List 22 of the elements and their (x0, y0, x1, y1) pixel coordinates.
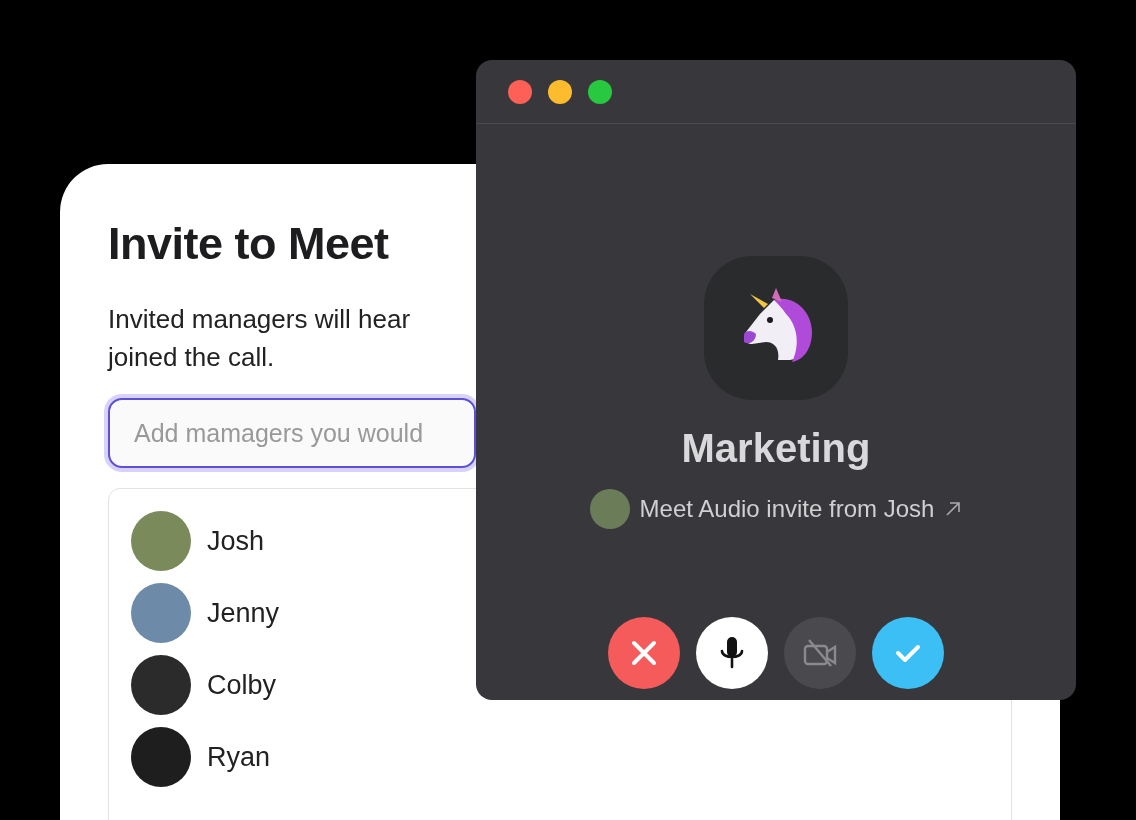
close-window-button[interactable] (508, 79, 532, 104)
avatar-photo-placeholder (131, 727, 191, 787)
manager-name[interactable]: Ryan (207, 741, 271, 773)
avatar-photo-placeholder (131, 511, 191, 571)
manager-name[interactable]: Colby (207, 669, 277, 701)
card-title: Invite to Meet (108, 218, 390, 270)
external-arrow-icon[interactable] (944, 500, 963, 518)
card-description: Invited managers will hear joined the call. (108, 303, 412, 374)
close-icon (631, 640, 657, 666)
checkmark-icon (895, 643, 921, 663)
manager-name[interactable]: Josh (207, 525, 265, 557)
maximize-window-button[interactable] (588, 79, 612, 104)
camera-off-icon (803, 638, 837, 668)
manager-name[interactable]: Jenny (207, 597, 280, 629)
invite-text: Meet Audio invite from Josh (639, 495, 935, 523)
avatar-photo-placeholder (131, 655, 191, 715)
manager-search-field[interactable]: Add mamagers you would (108, 398, 476, 468)
group-name: Marketing (681, 426, 871, 471)
avatar-photo-placeholder (589, 489, 630, 529)
microphone-icon (718, 635, 746, 671)
minimize-window-button[interactable] (548, 79, 572, 104)
avatar-photo-placeholder (131, 583, 191, 643)
